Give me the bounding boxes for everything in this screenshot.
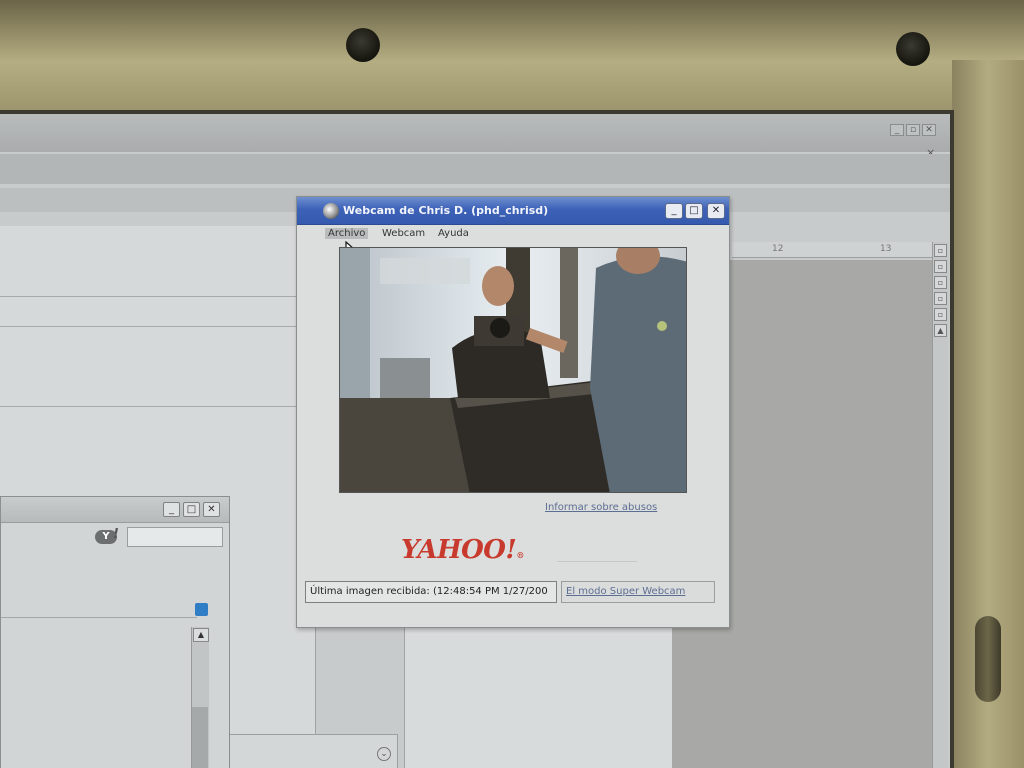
background-close-button[interactable]: ✕ xyxy=(922,124,936,136)
webcam-titlebar[interactable]: Webcam de Chris D. (phd_chrisd) _ □ ✕ xyxy=(297,197,729,225)
messenger-scrollbar[interactable]: ▲ xyxy=(191,627,209,768)
webcam-statusbar: Última imagen recibida: (12:48:54 PM 1/2… xyxy=(305,581,715,603)
background-side-toolbar: ▫ ▫ ▫ ▫ ▫ ▲ xyxy=(932,242,948,768)
collapse-chevron-icon[interactable]: ⌄ xyxy=(377,747,391,761)
ruler-label: 13 xyxy=(880,244,892,254)
side-tool-button[interactable]: ▫ xyxy=(934,244,947,257)
menu-webcam[interactable]: Webcam xyxy=(379,228,428,239)
webcam-app-icon[interactable] xyxy=(323,203,339,219)
bezel-screw-left xyxy=(346,28,380,62)
side-tool-button[interactable]: ▫ xyxy=(934,276,947,289)
laptop-bezel-top xyxy=(0,0,1024,112)
messenger-minimize-button[interactable]: _ xyxy=(163,502,180,517)
messenger-maximize-button[interactable]: □ xyxy=(183,502,200,517)
webcam-minimize-button[interactable]: _ xyxy=(665,203,683,219)
background-restore-button[interactable]: ▫ xyxy=(906,124,920,136)
doc-divider xyxy=(0,326,316,327)
background-lower-pane xyxy=(404,614,672,768)
logo-underline xyxy=(557,561,637,562)
last-image-status: Última imagen recibida: (12:48:54 PM 1/2… xyxy=(305,581,557,603)
side-tool-button[interactable]: ▫ xyxy=(934,260,947,273)
messenger-window: _ □ ✕ Y ! ▲ xyxy=(0,496,230,768)
doc-divider xyxy=(0,296,316,297)
background-bottom-box: ⌄ xyxy=(212,734,398,768)
report-abuse-link[interactable]: Informar sobre abusos xyxy=(545,502,657,513)
scroll-thumb[interactable] xyxy=(192,707,208,768)
messenger-titlebar: _ □ ✕ xyxy=(1,497,229,523)
doc-divider xyxy=(0,406,316,407)
messenger-close-button[interactable]: ✕ xyxy=(203,502,220,517)
background-toolbar xyxy=(0,154,950,184)
super-webcam-link[interactable]: El modo Super Webcam xyxy=(561,581,715,603)
webcam-window-title: Webcam de Chris D. (phd_chrisd) xyxy=(343,204,549,217)
messenger-search-input[interactable] xyxy=(127,527,223,547)
yahoo-exclamation-icon: ! xyxy=(113,527,119,542)
yahoo-logo: YAHOO!® xyxy=(401,535,524,565)
bezel-latch xyxy=(975,616,1001,702)
background-ruler: 12 13 xyxy=(732,242,932,258)
background-window-controls: _ ▫ ✕ xyxy=(890,124,936,136)
webcam-window: Webcam de Chris D. (phd_chrisd) _ □ ✕ Ar… xyxy=(296,196,730,628)
side-tool-button[interactable]: ▫ xyxy=(934,308,947,321)
menu-ayuda[interactable]: Ayuda xyxy=(435,228,472,239)
webcam-video-feed xyxy=(339,247,687,493)
registered-mark: ® xyxy=(516,550,524,560)
side-scroll-up-button[interactable]: ▲ xyxy=(934,324,947,337)
webcam-image xyxy=(340,248,686,492)
menu-archivo[interactable]: Archivo xyxy=(325,228,369,239)
user-icon[interactable] xyxy=(195,603,208,616)
background-window-titlebar xyxy=(0,114,950,152)
messenger-divider xyxy=(1,617,197,618)
background-minimize-button[interactable]: _ xyxy=(890,124,904,136)
scroll-up-icon[interactable]: ▲ xyxy=(193,628,209,642)
webcam-close-button[interactable]: ✕ xyxy=(707,203,725,219)
ruler-label: 12 xyxy=(772,244,784,254)
side-tool-button[interactable]: ▫ xyxy=(934,292,947,305)
bezel-screw-right xyxy=(896,32,930,66)
webcam-maximize-button[interactable]: □ xyxy=(685,203,703,219)
yahoo-logo-text: YAHOO! xyxy=(401,535,517,565)
